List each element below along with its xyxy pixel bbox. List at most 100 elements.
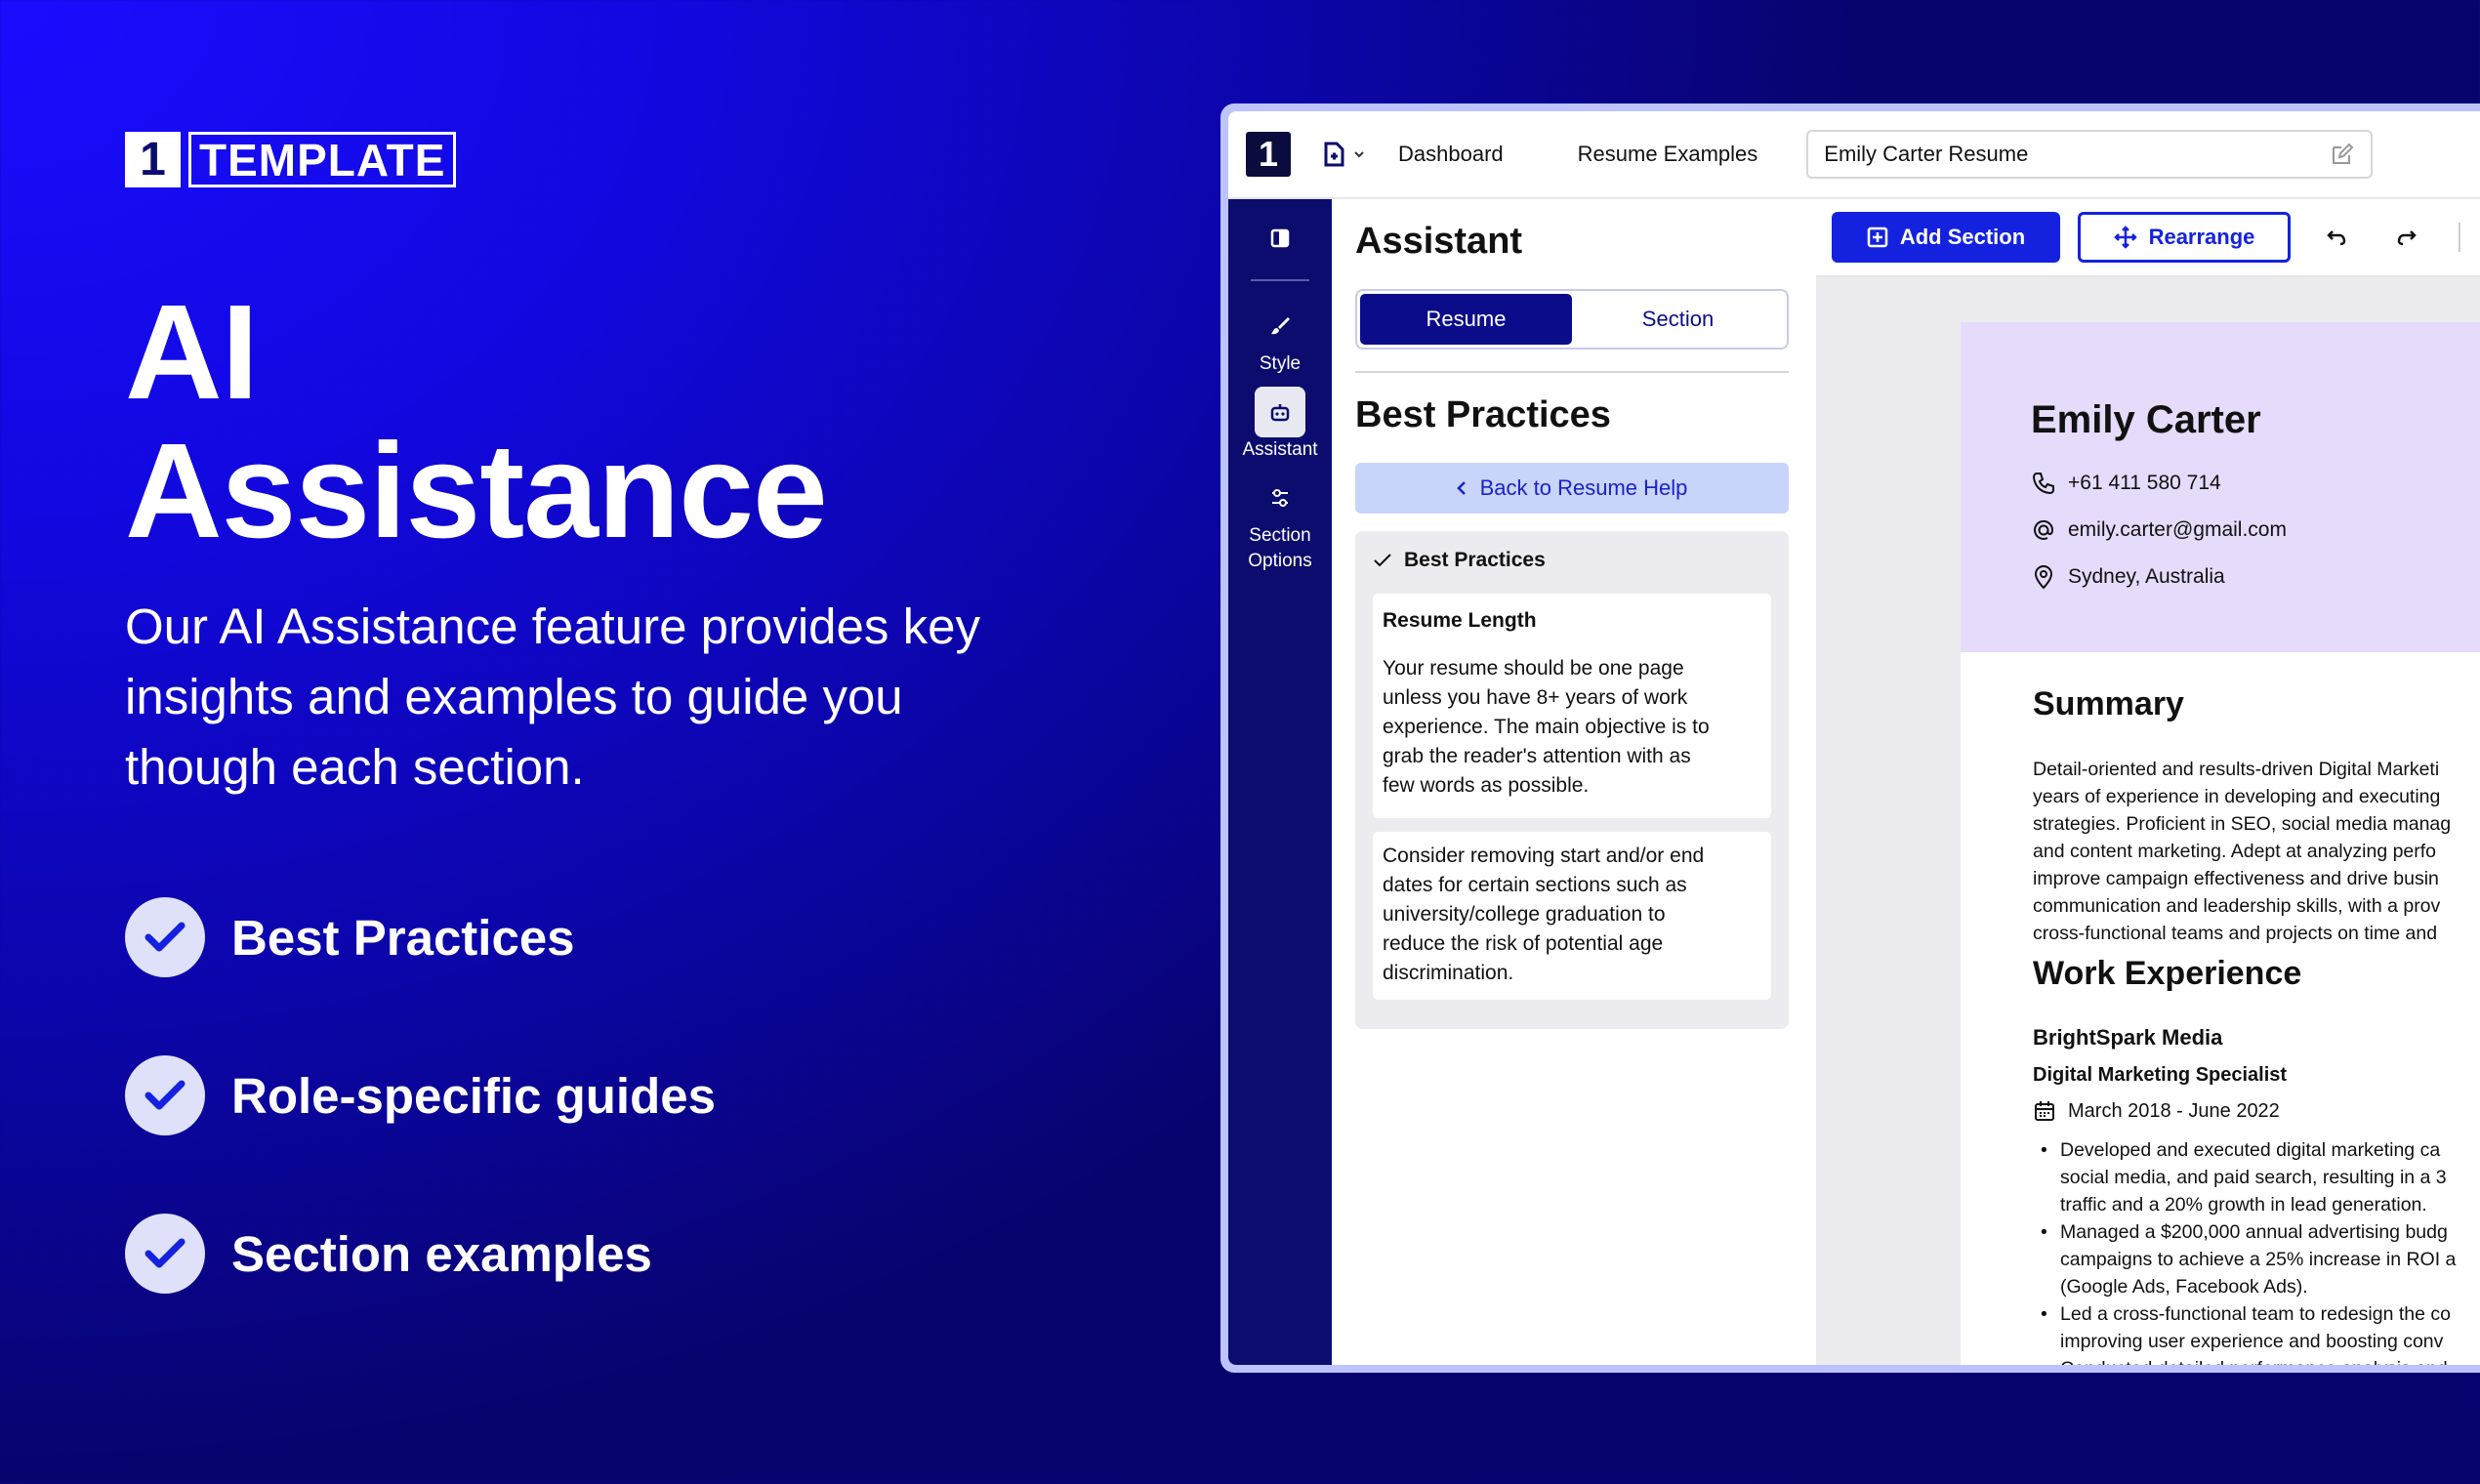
feature-label: Section examples: [231, 1225, 652, 1282]
logo-number: 1: [125, 132, 181, 187]
collapse-sidebar-button[interactable]: [1255, 213, 1305, 264]
feature-list: Best Practices Role-specific guides Sect…: [125, 896, 716, 1371]
summary-line: strategies. Proficient in SEO, social me…: [2033, 813, 2452, 835]
app-window-content: 1 Dashboard Resume Examples Emily Carter…: [1228, 111, 2480, 1365]
add-section-button[interactable]: Add Section: [1832, 212, 2060, 263]
brand-logo: 1 TEMPLATE: [125, 132, 457, 187]
panel-title: Assistant: [1355, 221, 1523, 262]
hero-description-line: though each section.: [125, 739, 585, 795]
phone-text: +61 411 580 714: [2068, 472, 2221, 494]
phone-icon: [2032, 473, 2054, 495]
location-text: Sydney, Australia: [2068, 565, 2225, 588]
best-practices-header[interactable]: Best Practices: [1373, 549, 1546, 572]
bullet-item: Conducted detailed performance analysis …: [2033, 1355, 2480, 1365]
bullet-item: Developed and executed digital marketing…: [2033, 1136, 2480, 1218]
redo-icon[interactable]: [2386, 218, 2425, 257]
document-title-field[interactable]: Emily Carter Resume: [1806, 130, 2374, 179]
check-icon: [125, 897, 205, 977]
bullet-line: Led a cross-functional team to redesign …: [2060, 1303, 2451, 1325]
hero-title-line1: AI: [125, 277, 259, 428]
tip-line: reduce the risk of potential age: [1383, 932, 1664, 955]
app-logo[interactable]: 1: [1246, 132, 1291, 177]
tip-line: discrimination.: [1383, 962, 1514, 984]
summary-title: Summary: [2033, 685, 2184, 722]
tip-line: experience. The main objective is to: [1383, 716, 1710, 738]
sidebar-item-style[interactable]: Style: [1255, 301, 1305, 377]
bullet-line: campaigns to achieve a 25% increase in R…: [2060, 1249, 2457, 1270]
bullet-item: Led a cross-functional team to redesign …: [2033, 1300, 2480, 1355]
rearrange-button[interactable]: Rearrange: [2078, 212, 2291, 263]
editor-toolbar: Add Section Rearrange: [1816, 199, 2480, 277]
undo-icon[interactable]: [2318, 218, 2357, 257]
bullet-line: traffic and a 20% growth in lead generat…: [2060, 1194, 2427, 1216]
assistant-tabs: Resume Section: [1355, 289, 1789, 350]
app-window: 1 Dashboard Resume Examples Emily Carter…: [1220, 103, 2480, 1373]
contact-location: Sydney, Australia: [2031, 564, 2225, 590]
sidebar-divider: [1251, 279, 1309, 281]
sidebar-item-label: Style: [1259, 353, 1302, 374]
sidebar-item-label: Assistant: [1242, 439, 1318, 460]
file-icon: [1324, 142, 1344, 167]
summary-line: cross-functional teams and projects on t…: [2033, 923, 2438, 944]
file-menu-button[interactable]: [1322, 142, 1365, 167]
bullet-line: Developed and executed digital marketing…: [2060, 1139, 2441, 1161]
resume-header: Emily Carter +61 411 580 714 emily.carte…: [1961, 322, 2480, 652]
sidebar-item-label: Section: [1249, 525, 1311, 546]
bullet-line: Conducted detailed performance analysis …: [2060, 1355, 2480, 1365]
tab-section[interactable]: Section: [1572, 294, 1784, 345]
document-title-text: Emily Carter Resume: [1824, 142, 2029, 166]
tip-line: grab the reader's attention with as: [1383, 745, 1691, 767]
assistant-panel: Assistant Resume Section Best Practices …: [1332, 199, 1818, 1365]
best-practices-heading: Best Practices: [1404, 549, 1546, 571]
job-dates: March 2018 - June 2022: [2033, 1099, 2280, 1123]
bullet-line: improving user experience and boosting c…: [2060, 1331, 2444, 1352]
paintbrush-icon: [1255, 301, 1305, 351]
summary-line: improve campaign effectiveness and drive…: [2033, 868, 2439, 889]
check-icon: [125, 1214, 205, 1294]
back-button-label: Back to Resume Help: [1479, 475, 1688, 500]
bullet-item: Managed a $200,000 annual advertising bu…: [2033, 1218, 2480, 1300]
tip-line: Your resume should be one page: [1383, 657, 1684, 680]
resume-editor: Add Section Rearrange Emily Carter +61 4…: [1816, 199, 2480, 1365]
dates-text: March 2018 - June 2022: [2068, 1099, 2280, 1122]
edit-icon[interactable]: [2330, 142, 2355, 167]
bullet-line: social media, and paid search, resulting…: [2060, 1167, 2447, 1188]
chevron-down-icon: [1354, 151, 1364, 158]
chevron-left-icon: [1456, 481, 1466, 495]
location-pin-icon: [2034, 565, 2053, 590]
resume-page[interactable]: Emily Carter +61 411 580 714 emily.carte…: [1961, 322, 2480, 1365]
tab-resume[interactable]: Resume: [1360, 294, 1572, 345]
at-icon: [2034, 519, 2054, 540]
sliders-icon: [1255, 473, 1305, 523]
best-practices-box: Best Practices Resume Length Your resume…: [1355, 531, 1789, 1029]
hero-title: AI Assistance: [125, 277, 828, 560]
tip-line: few words as possible.: [1383, 774, 1590, 797]
plus-square-icon: [1867, 227, 1888, 248]
tip-body: Your resume should be one page unless yo…: [1383, 654, 1761, 801]
check-icon: [1374, 554, 1391, 567]
sidebar-item-assistant[interactable]: Assistant: [1242, 387, 1318, 463]
contact-email: emily.carter@gmail.com: [2031, 517, 2287, 543]
tip-body: Consider removing start and/or end dates…: [1383, 842, 1761, 988]
panel-divider: [1355, 371, 1789, 373]
tip-card: Consider removing start and/or end dates…: [1373, 832, 1771, 1000]
email-text: emily.carter@gmail.com: [2068, 518, 2287, 541]
company-name: BrightSpark Media: [2033, 1025, 2223, 1050]
summary-line: years of experience in developing and ex…: [2033, 786, 2441, 807]
back-to-resume-help-button[interactable]: Back to Resume Help: [1355, 463, 1789, 514]
summary-line: communication and leadership skills, wit…: [2033, 895, 2441, 917]
nav-dashboard[interactable]: Dashboard: [1398, 142, 1504, 167]
hero-description-line: Our AI Assistance feature provides key: [125, 598, 980, 654]
job-bullets: Developed and executed digital marketing…: [2033, 1136, 2480, 1365]
tip-line: unless you have 8+ years of work: [1383, 686, 1688, 709]
nav-resume-examples[interactable]: Resume Examples: [1578, 142, 1758, 167]
logo-word: TEMPLATE: [188, 132, 457, 187]
feature-item: Section examples: [125, 1213, 716, 1295]
bullet-line: (Google Ads, Facebook Ads).: [2060, 1276, 2308, 1298]
sidebar-item-label: Options: [1248, 551, 1312, 571]
panel-toggle-icon: [1270, 228, 1290, 248]
sidebar-item-section-options[interactable]: Section Options: [1248, 473, 1312, 574]
feature-label: Role-specific guides: [231, 1067, 716, 1124]
summary-line: and content marketing. Adept at analyzin…: [2033, 841, 2437, 862]
contact-phone: +61 411 580 714: [2031, 471, 2221, 496]
